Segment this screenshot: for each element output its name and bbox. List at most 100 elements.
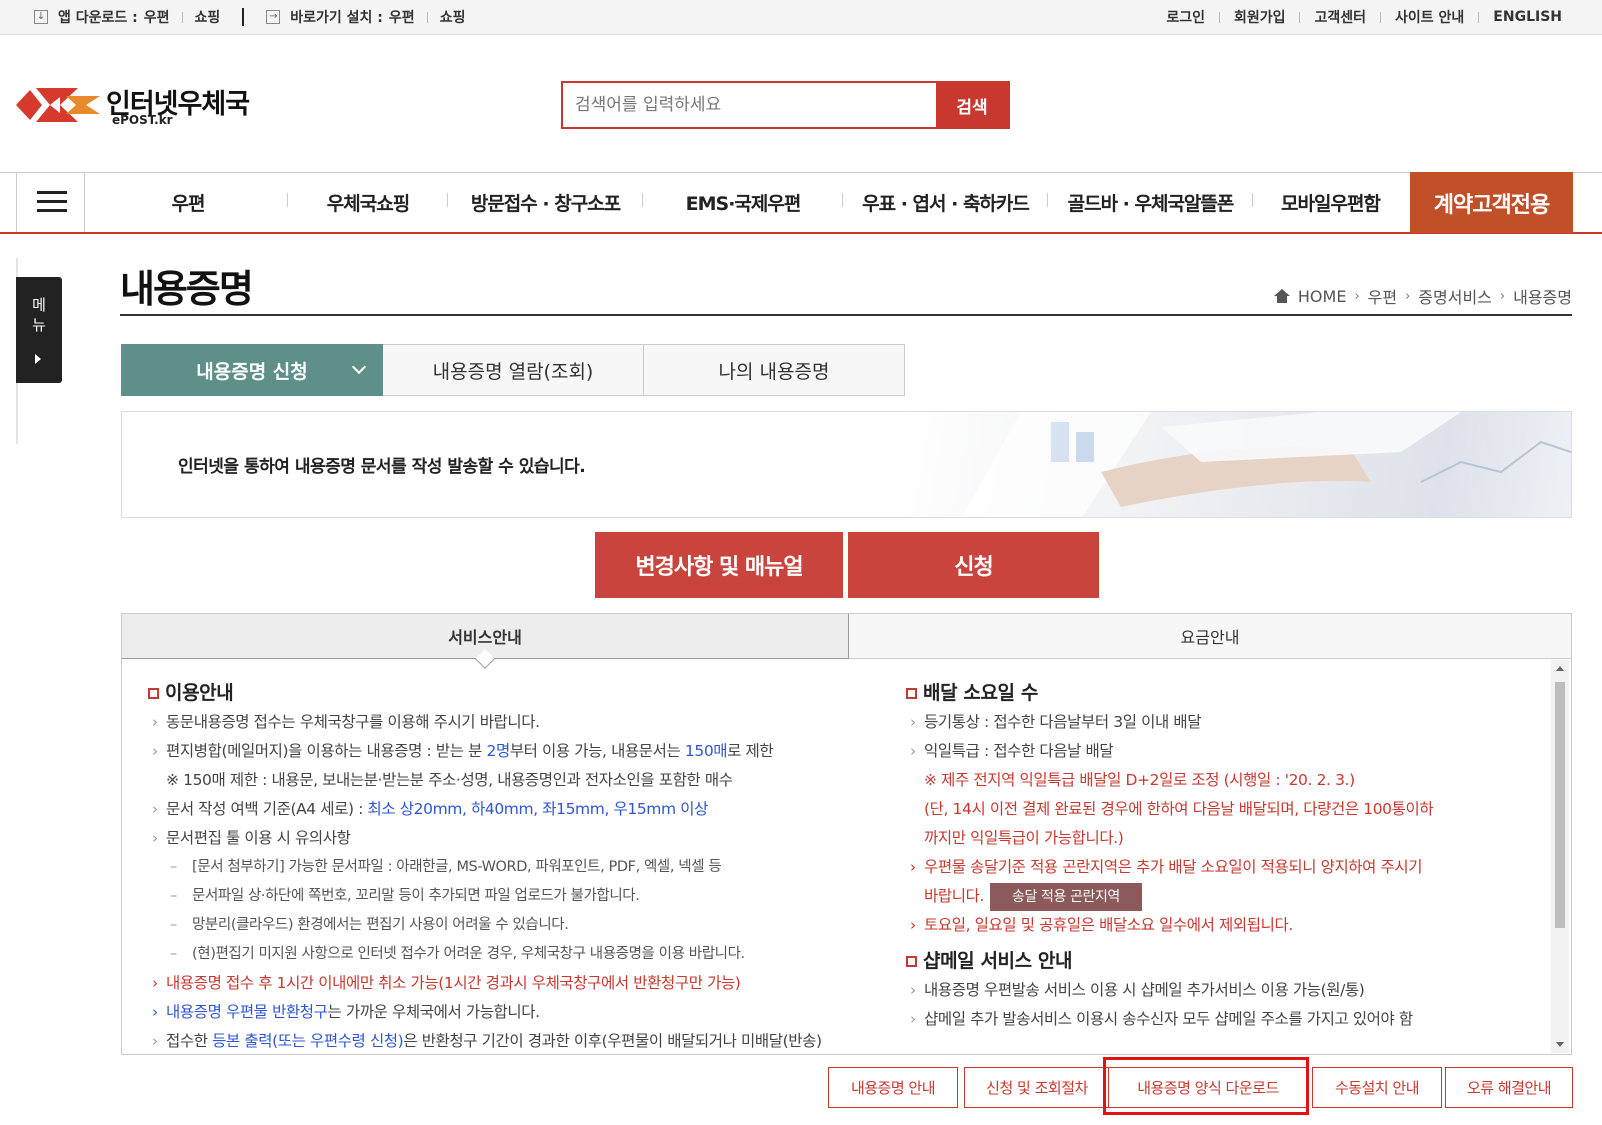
copy-print-link[interactable]: 등본 출력(또는 우편수령 신청) [212,1032,404,1050]
home-icon [1273,289,1290,303]
list-item: 내용증명 우편발송 서비스 이용 시 샵메일 추가서비스 이용 가능(원/통) [906,976,1546,1005]
divider [1380,11,1382,23]
tab-my-cert[interactable]: 나의 내용증명 [643,344,905,396]
tab-apply-label: 내용증명 신청 [196,360,308,383]
list-item: 등기통상 : 접수한 다음날부터 3일 이내 배달 [906,708,1546,737]
active-tab-pointer [475,649,495,669]
app-links-group: ↓ 앱 다운로드 : 우편 쇼핑 → 바로가기 설치 : 우편 쇼핑 [34,7,465,27]
delivery-heading: 배달 소요일 수 [906,680,1546,706]
divider [1478,11,1480,23]
intro-banner: 인터넷을 통하여 내용증명 문서를 작성 발송할 수 있습니다. [121,411,1572,518]
top-utility-bar: ↓ 앱 다운로드 : 우편 쇼핑 → 바로가기 설치 : 우편 쇼핑 로그인 회… [0,0,1602,35]
nav-item-mobile[interactable]: 모바일우편함 [1253,189,1408,216]
apply-button[interactable]: 신청 [848,532,1099,598]
guide-button[interactable]: 내용증명 안내 [828,1067,958,1108]
app-download-label: 앱 다운로드 : [58,10,138,26]
divider [181,11,183,23]
chevron-right-icon: › [1354,288,1360,304]
sub-tabs: 내용증명 신청 내용증명 열람(조회) 나의 내용증명 [121,344,906,396]
epost-logo-icon [16,88,100,122]
shortcut-link-post[interactable]: 우편 [389,7,415,27]
page-title: 내용증명 [120,267,254,311]
side-menu-label: 메뉴 [32,296,46,334]
breadcrumb-cert-service[interactable]: 증명서비스 [1418,284,1492,308]
logo-subtitle: ePOST.kr [112,113,173,127]
list-subitem: 문서파일 상·하단에 쪽번호, 꼬리말 등이 추가되면 파일 업로드가 불가합니… [148,882,868,911]
scroll-thumb[interactable] [1555,682,1565,928]
list-note: ※ 150매 제한 : 내용문, 보내는분·받는분 주소·성명, 내용증명인과 … [166,771,733,789]
scroll-down-icon[interactable] [1556,1042,1564,1047]
nav-item-goldbar[interactable]: 골드바 · 우체국알뜰폰 [1048,189,1253,216]
side-menu-toggle[interactable]: 메뉴 [16,277,62,383]
shortcut-label: 바로가기 설치 : [290,10,383,26]
procedure-button[interactable]: 신청 및 조회절차 [964,1067,1110,1108]
banner-image [901,412,1571,517]
signup-link[interactable]: 회원가입 [1234,7,1286,27]
breadcrumb: HOME › 우편 › 증명서비스 › 내용증명 [1273,284,1572,308]
manual-install-button[interactable]: 수동설치 안내 [1312,1067,1442,1108]
list-item: 문서편집 툴 이용 시 유의사항 [148,824,868,853]
tab-view[interactable]: 내용증명 열람(조회) [382,344,644,396]
list-note: ※ 제주 전지역 익일특급 배달일 D+2일로 조정 (시행일 : '20. 2… [924,771,1355,789]
main-navigation: 우편 우체국쇼핑 방문접수 · 창구소포 EMS·국제우편 우표 · 엽서 · … [0,172,1602,234]
login-link[interactable]: 로그인 [1166,7,1205,27]
chevron-down-icon [351,359,367,375]
app-link-shopping[interactable]: 쇼핑 [195,7,221,27]
list-item: 우편물 송달기준 적용 곤란지역은 추가 배달 소요일이 적용되니 양지하여 주… [906,853,1546,882]
list-note: (단, 14시 이전 결제 완료된 경우에 한하여 다음날 배달되며, 다량건은… [924,800,1434,818]
nav-item-shopping[interactable]: 우체국쇼핑 [288,189,448,216]
site-guide-link[interactable]: 사이트 안내 [1395,7,1464,27]
search-input[interactable] [563,83,938,127]
list-item: 익일특급 : 접수한 다음날 배달 [906,737,1546,766]
epost-logo[interactable]: 인터넷우체국 ePOST.kr [16,80,256,130]
nav-items: 우편 우체국쇼핑 방문접수 · 창구소포 EMS·국제우편 우표 · 엽서 · … [88,173,1408,232]
breadcrumb-home[interactable]: HOME [1298,287,1347,306]
list-item: 문서 작성 여백 기준(A4 세로) : 최소 상20mm, 하40mm, 좌1… [148,795,868,824]
chevron-right-icon: › [1499,288,1506,304]
scroll-up-icon[interactable] [1556,666,1564,671]
nav-item-stamps[interactable]: 우표 · 엽서 · 축하카드 [843,189,1048,216]
list-subitem: (현)편집기 미지원 사항으로 인터넷 접수가 어려운 경우, 우체국창구 내용… [148,940,868,969]
error-help-button[interactable]: 오류 해결안내 [1445,1067,1573,1108]
shortcut-link-shopping[interactable]: 쇼핑 [440,7,466,27]
shortcut-icon: → [266,10,281,24]
list-item: 내용증명 우편물 반환청구는 가까운 우체국에서 가능합니다. [148,998,868,1027]
nav-item-post[interactable]: 우편 [88,189,288,216]
search-box: 검색 [561,81,1010,129]
bullet-square-icon [906,687,917,699]
list-subitem: 망분리(클라우드) 환경에서는 편집기 사용이 어려울 수 있습니다. [148,911,868,940]
return-request-link[interactable]: 내용증명 우편물 반환청구 [166,1003,328,1021]
info-tabs: 서비스안내 요금안내 [122,614,1571,669]
divider [1299,11,1301,23]
manual-button[interactable]: 변경사항 및 매뉴얼 [595,532,843,598]
download-icon: ↓ [34,10,48,24]
difficult-area-button[interactable]: 송달 적용 곤란지역 [989,882,1142,911]
app-link-post[interactable]: 우편 [144,7,170,27]
search-button[interactable]: 검색 [936,83,1008,127]
account-links: 로그인 회원가입 고객센터 사이트 안내 ENGLISH [1166,7,1562,27]
nav-item-ems[interactable]: EMS·국제우편 [643,189,843,216]
list-item: 샵메일 추가 발송서비스 이용시 송수신자 모두 샵메일 주소를 가지고 있어야… [906,1005,1546,1034]
usage-section: 이용안내 동문내용증명 접수는 우체국창구를 이용해 주시기 바랍니다. 편지병… [148,680,868,1056]
customer-center-link[interactable]: 고객센터 [1314,7,1366,27]
divider [242,8,245,26]
list-item-cont: 바랍니다. 송달 적용 곤란지역 [906,882,1546,911]
nav-item-pickup[interactable]: 방문접수 · 창구소포 [448,189,643,216]
panel-scrollbar[interactable] [1551,660,1569,1053]
list-note: 까지만 익일특급이 가능합니다.) [924,829,1124,847]
breadcrumb-post[interactable]: 우편 [1368,284,1397,308]
hamburger-menu-icon[interactable] [16,173,85,232]
nav-item-contract-customer[interactable]: 계약고객전용 [1410,172,1573,233]
list-item: 토요일, 일요일 및 공휴일은 배달소요 일수에서 제외됩니다. [906,911,1546,940]
english-link[interactable]: ENGLISH [1493,9,1562,25]
tab-service-info-label: 서비스안내 [448,628,522,647]
breadcrumb-current[interactable]: 내용증명 [1513,284,1572,308]
list-item: 내용증명 접수 후 1시간 이내에만 취소 가능(1시간 경과시 우체국창구에서… [148,969,868,998]
tab-service-info[interactable]: 서비스안내 [122,614,849,669]
highlight-box [1103,1057,1309,1115]
list-item: 편지병합(메일머지)을 이용하는 내용증명 : 받는 분 2명부터 이용 가능,… [148,737,868,766]
tab-apply[interactable]: 내용증명 신청 [121,344,383,396]
shopmail-heading: 샵메일 서비스 안내 [906,948,1546,974]
tab-fee-info[interactable]: 요금안내 [849,614,1571,659]
list-item: 접수한 등본 출력(또는 우편수령 신청)은 반환청구 기간이 경과한 이후(우… [148,1027,868,1056]
